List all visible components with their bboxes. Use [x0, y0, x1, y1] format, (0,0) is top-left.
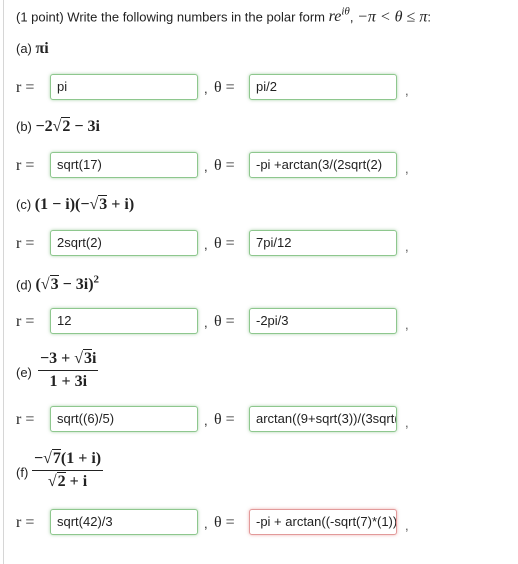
part-expression: −2√2 − 3i [35, 117, 100, 135]
fraction-denominator: 1 + 3i [49, 373, 88, 390]
part-a-prompt: (a) πi [16, 40, 49, 58]
comma: , [204, 81, 208, 96]
end-comma: , [405, 239, 409, 254]
part-e-r-input[interactable]: sqrt((6)/5) [50, 406, 198, 432]
part-c-theta-input[interactable]: 7pi/12 [249, 230, 397, 256]
theta-label: θ = [214, 313, 235, 330]
end-comma: , [405, 518, 409, 533]
comma: , [204, 315, 208, 330]
end-comma: , [405, 83, 409, 98]
fraction-bar [32, 470, 104, 471]
r-label: r = [16, 157, 35, 174]
part-label: (e) [16, 365, 32, 380]
part-e-theta-input[interactable]: arctan((9+sqrt(3))/(3sqrt(3)-1)) [249, 406, 397, 432]
part-b-prompt: (b) −2√2 − 3i [16, 117, 100, 136]
fraction-numerator: −3 + √3i [40, 349, 97, 367]
r-label: r = [16, 235, 35, 252]
part-d-theta-input[interactable]: -2pi/3 [249, 308, 397, 334]
part-a-r-input[interactable]: pi [50, 74, 198, 100]
part-e-fraction: −3 + √3i 1 + 3i [38, 349, 99, 391]
fraction-denominator: √2 + i [47, 472, 88, 490]
part-label: (c) [16, 197, 32, 212]
part-a-theta-input[interactable]: pi/2 [249, 74, 397, 100]
part-d-prompt: (d) (√3 − 3i)2 [16, 274, 99, 294]
comma: , [204, 413, 208, 428]
fraction-bar [38, 370, 99, 371]
part-f-theta-input[interactable]: -pi + arctan((-sqrt(7)*(1)) [249, 509, 397, 535]
theta-range: −π < θ ≤ π [357, 8, 428, 26]
separator: , [349, 9, 358, 25]
r-label: r = [16, 411, 35, 428]
theta-label: θ = [214, 235, 235, 252]
part-label: (f) [16, 465, 29, 480]
r-label: r = [16, 79, 35, 96]
part-d-r-input[interactable]: 12 [50, 308, 198, 334]
part-expression: (1 − i)(−√3 + i) [34, 195, 135, 213]
comma: , [204, 237, 208, 252]
part-expression: (√3 − 3i)2 [35, 274, 100, 294]
left-border [3, 0, 4, 564]
end-comma: , [405, 317, 409, 332]
part-label: (a) [16, 41, 32, 56]
r-label: r = [16, 313, 35, 330]
end-comma: , [405, 161, 409, 176]
problem-prefix: (1 point) Write the following numbers in… [16, 9, 329, 25]
r-label: r = [16, 514, 35, 531]
comma: , [204, 159, 208, 174]
theta-label: θ = [214, 411, 235, 428]
problem-statement: (1 point) Write the following numbers in… [16, 6, 431, 26]
part-f-r-input[interactable]: sqrt(42)/3 [50, 509, 198, 535]
theta-label: θ = [214, 157, 235, 174]
polar-form: reiθ [328, 6, 350, 26]
theta-label: θ = [214, 514, 235, 531]
part-c-r-input[interactable]: 2sqrt(2) [50, 230, 198, 256]
theta-label: θ = [214, 79, 235, 96]
suffix: : [427, 9, 431, 25]
part-b-r-input[interactable]: sqrt(17) [50, 152, 198, 178]
end-comma: , [405, 415, 409, 430]
part-f-fraction: −√7(1 + i) √2 + i [32, 449, 104, 491]
part-c-prompt: (c) (1 − i)(−√3 + i) [16, 195, 135, 214]
part-expression: πi [35, 40, 49, 57]
part-b-theta-input[interactable]: -pi +arctan(3/(2sqrt(2) [249, 152, 397, 178]
fraction-numerator: −√7(1 + i) [34, 449, 102, 467]
part-label: (d) [16, 277, 32, 293]
part-label: (b) [16, 119, 32, 134]
comma: , [204, 516, 208, 531]
